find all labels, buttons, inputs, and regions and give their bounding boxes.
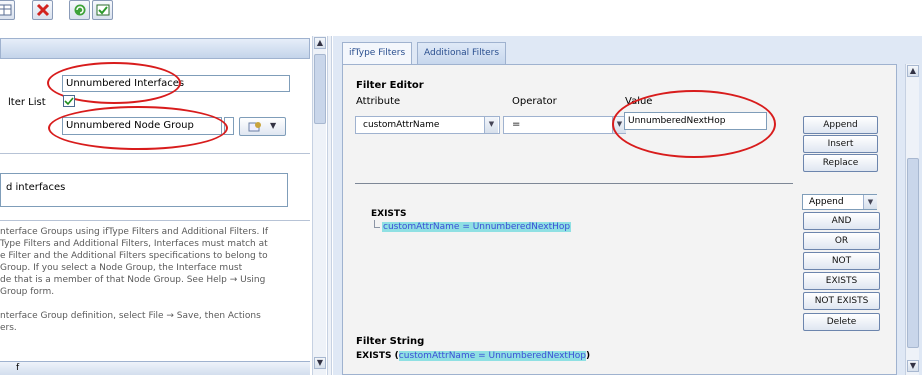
help-line: de that is a member of that Node Group. … [0,275,266,285]
delete-button[interactable]: Delete [803,313,880,331]
attribute-select[interactable]: customAttrName ▼ [355,116,500,134]
splitter[interactable] [327,36,332,375]
annotation-circle-node-group [48,106,228,150]
filter-string-prefix: EXISTS ( [356,351,399,361]
tree-child-condition[interactable]: customAttrName = UnnumberedNextHop [382,222,572,232]
and-button[interactable]: AND [803,212,880,230]
filter-editor-title: Filter Editor [356,80,424,91]
exists-button[interactable]: EXISTS [803,272,880,290]
tab-iftype-filters[interactable]: ifType Filters [342,42,413,64]
delete-icon-button[interactable] [32,0,53,20]
insert-button[interactable]: Insert [803,135,878,153]
not-button[interactable]: NOT [803,252,880,270]
help-line: nterface Group definition, select File →… [0,311,261,321]
delete-icon [36,3,50,17]
filter-string-label: Filter String [356,336,425,347]
checkbox-icon-button[interactable] [92,0,113,20]
check-window-icon [96,4,110,16]
left-scrollbar[interactable]: ▲ ▼ [312,36,326,375]
filter-list-label: lter List [8,97,46,108]
tree-root-exists[interactable]: EXISTS [371,209,407,219]
not-exists-button[interactable]: NOT EXISTS [803,292,880,310]
left-panel-header [0,38,310,59]
help-line: Group form. [0,287,55,297]
filter-string-suffix: ) [585,351,591,361]
scroll-up-icon[interactable]: ▲ [314,37,326,49]
scroll-down-icon[interactable]: ▼ [907,360,919,372]
refresh-icon-button[interactable] [69,0,90,20]
filter-string-value: EXISTS (customAttrName = UnnumberedNextH… [356,351,590,361]
chevron-down-icon[interactable]: ▼ [863,195,877,209]
check-icon [64,97,74,106]
right-scrollbar[interactable]: ▲ ▼ [905,64,919,375]
tree-connector [374,220,380,228]
left-divider-2 [0,220,310,221]
help-line: nterface Groups using ifType Filters and… [0,227,269,237]
operator-label: Operator [512,96,557,107]
editor-divider [355,183,793,184]
operator-select-value: = [512,119,521,130]
append-button[interactable]: Append [803,116,878,134]
scroll-thumb[interactable] [907,158,919,348]
description-field[interactable]: d interfaces [0,173,288,207]
toolbar [0,0,922,22]
left-bottom-header: f [0,361,310,375]
scroll-thumb[interactable] [314,54,326,124]
scroll-down-icon[interactable]: ▼ [314,357,326,369]
bottom-section-label: f [16,363,20,373]
scroll-up-icon[interactable]: ▲ [907,65,919,77]
tab-additional-filters[interactable]: Additional Filters [417,42,507,64]
or-button[interactable]: OR [803,232,880,250]
table-icon [0,4,12,16]
replace-button[interactable]: Replace [803,154,878,172]
operator-select[interactable]: = ▼ [503,116,626,134]
help-line: Type Filters and Additional Filters, Int… [0,239,268,249]
node-group-picker-button[interactable]: ▼ [239,117,286,136]
help-line: e Filter and the Additional Filters spec… [0,251,268,261]
filter-list-checkbox[interactable] [63,95,75,107]
attribute-label: Attribute [356,96,401,107]
filter-string-highlight: customAttrName = UnnumberedNextHop [398,351,586,361]
refresh-icon [74,4,86,16]
table-icon-button[interactable] [0,0,15,20]
description-text: d interfaces [6,182,66,193]
annotation-circle-value [612,90,776,158]
help-line: Group. If you select a Node Group, the I… [0,263,243,273]
mode-select[interactable]: Append ▼ [802,194,877,210]
mode-select-value: Append [809,197,844,207]
chevron-down-icon[interactable]: ▼ [484,117,498,133]
help-line: ers. [0,323,17,333]
chevron-down-icon: ▼ [270,121,277,130]
picker-icon [248,122,261,132]
left-divider [0,153,310,154]
attribute-select-value: customAttrName [363,120,440,130]
